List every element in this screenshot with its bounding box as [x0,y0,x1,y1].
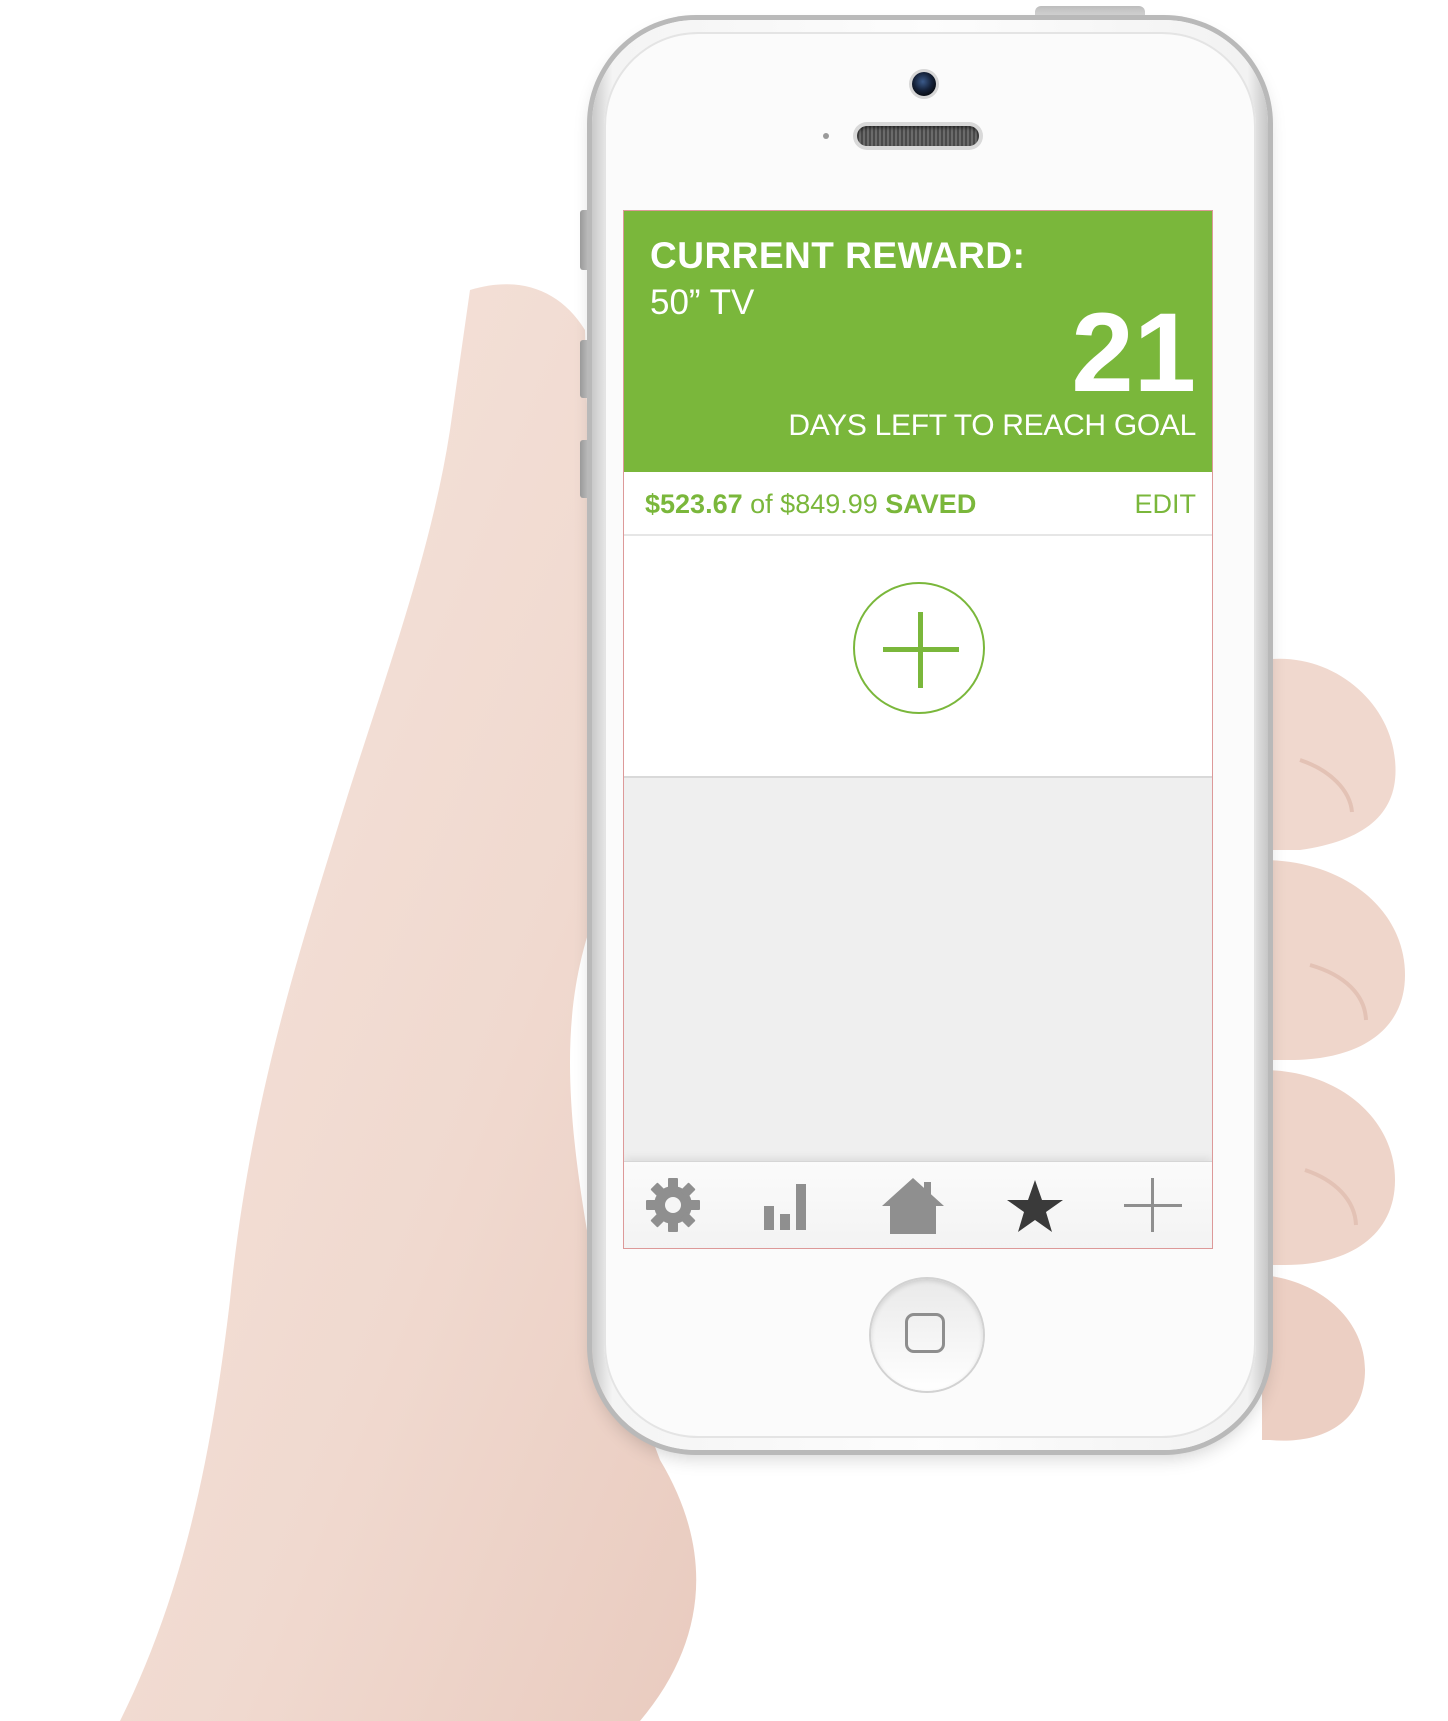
of-text: of [750,489,773,519]
tab-bar [624,1161,1212,1248]
days-left-label: DAYS LEFT TO REACH GOAL [788,409,1196,442]
add-savings-panel [624,536,1212,778]
mute-switch[interactable] [580,210,592,270]
proximity-sensor [823,133,829,139]
savings-summary: $523.67 of $849.99 SAVED [645,489,976,520]
add-savings-button[interactable] [853,582,985,714]
reward-title: CURRENT REWARD: [650,235,1026,276]
days-left-count: 21 [1071,290,1196,415]
volume-down-button[interactable] [580,440,592,498]
saved-label: SAVED [885,489,977,519]
app-screen: CURRENT REWARD: 50” TV 21 DAYS LEFT TO R… [624,211,1212,1248]
tab-stats[interactable] [752,1172,822,1238]
tab-favorites[interactable] [1000,1172,1070,1238]
earpiece-speaker [857,126,979,146]
tab-settings[interactable] [638,1172,708,1238]
plus-icon [1124,1178,1182,1232]
home-button[interactable] [871,1279,983,1391]
home-button-square-icon [905,1313,945,1353]
tab-home[interactable] [878,1172,948,1238]
bar-chart-icon [764,1184,806,1230]
front-camera-icon [912,72,936,96]
tab-add[interactable] [1118,1172,1188,1238]
savings-progress-bar: $523.67 of $849.99 SAVED EDIT [624,472,1212,536]
gear-icon [646,1178,700,1232]
current-reward-panel: CURRENT REWARD: 50” TV 21 DAYS LEFT TO R… [624,211,1212,472]
home-icon [882,1178,944,1234]
goal-amount: $849.99 [780,489,878,519]
edit-button[interactable]: EDIT [1134,489,1196,520]
saved-amount: $523.67 [645,489,743,519]
star-icon [1007,1180,1063,1232]
reward-item-name: 50” TV [650,283,755,322]
volume-up-button[interactable] [580,340,592,398]
